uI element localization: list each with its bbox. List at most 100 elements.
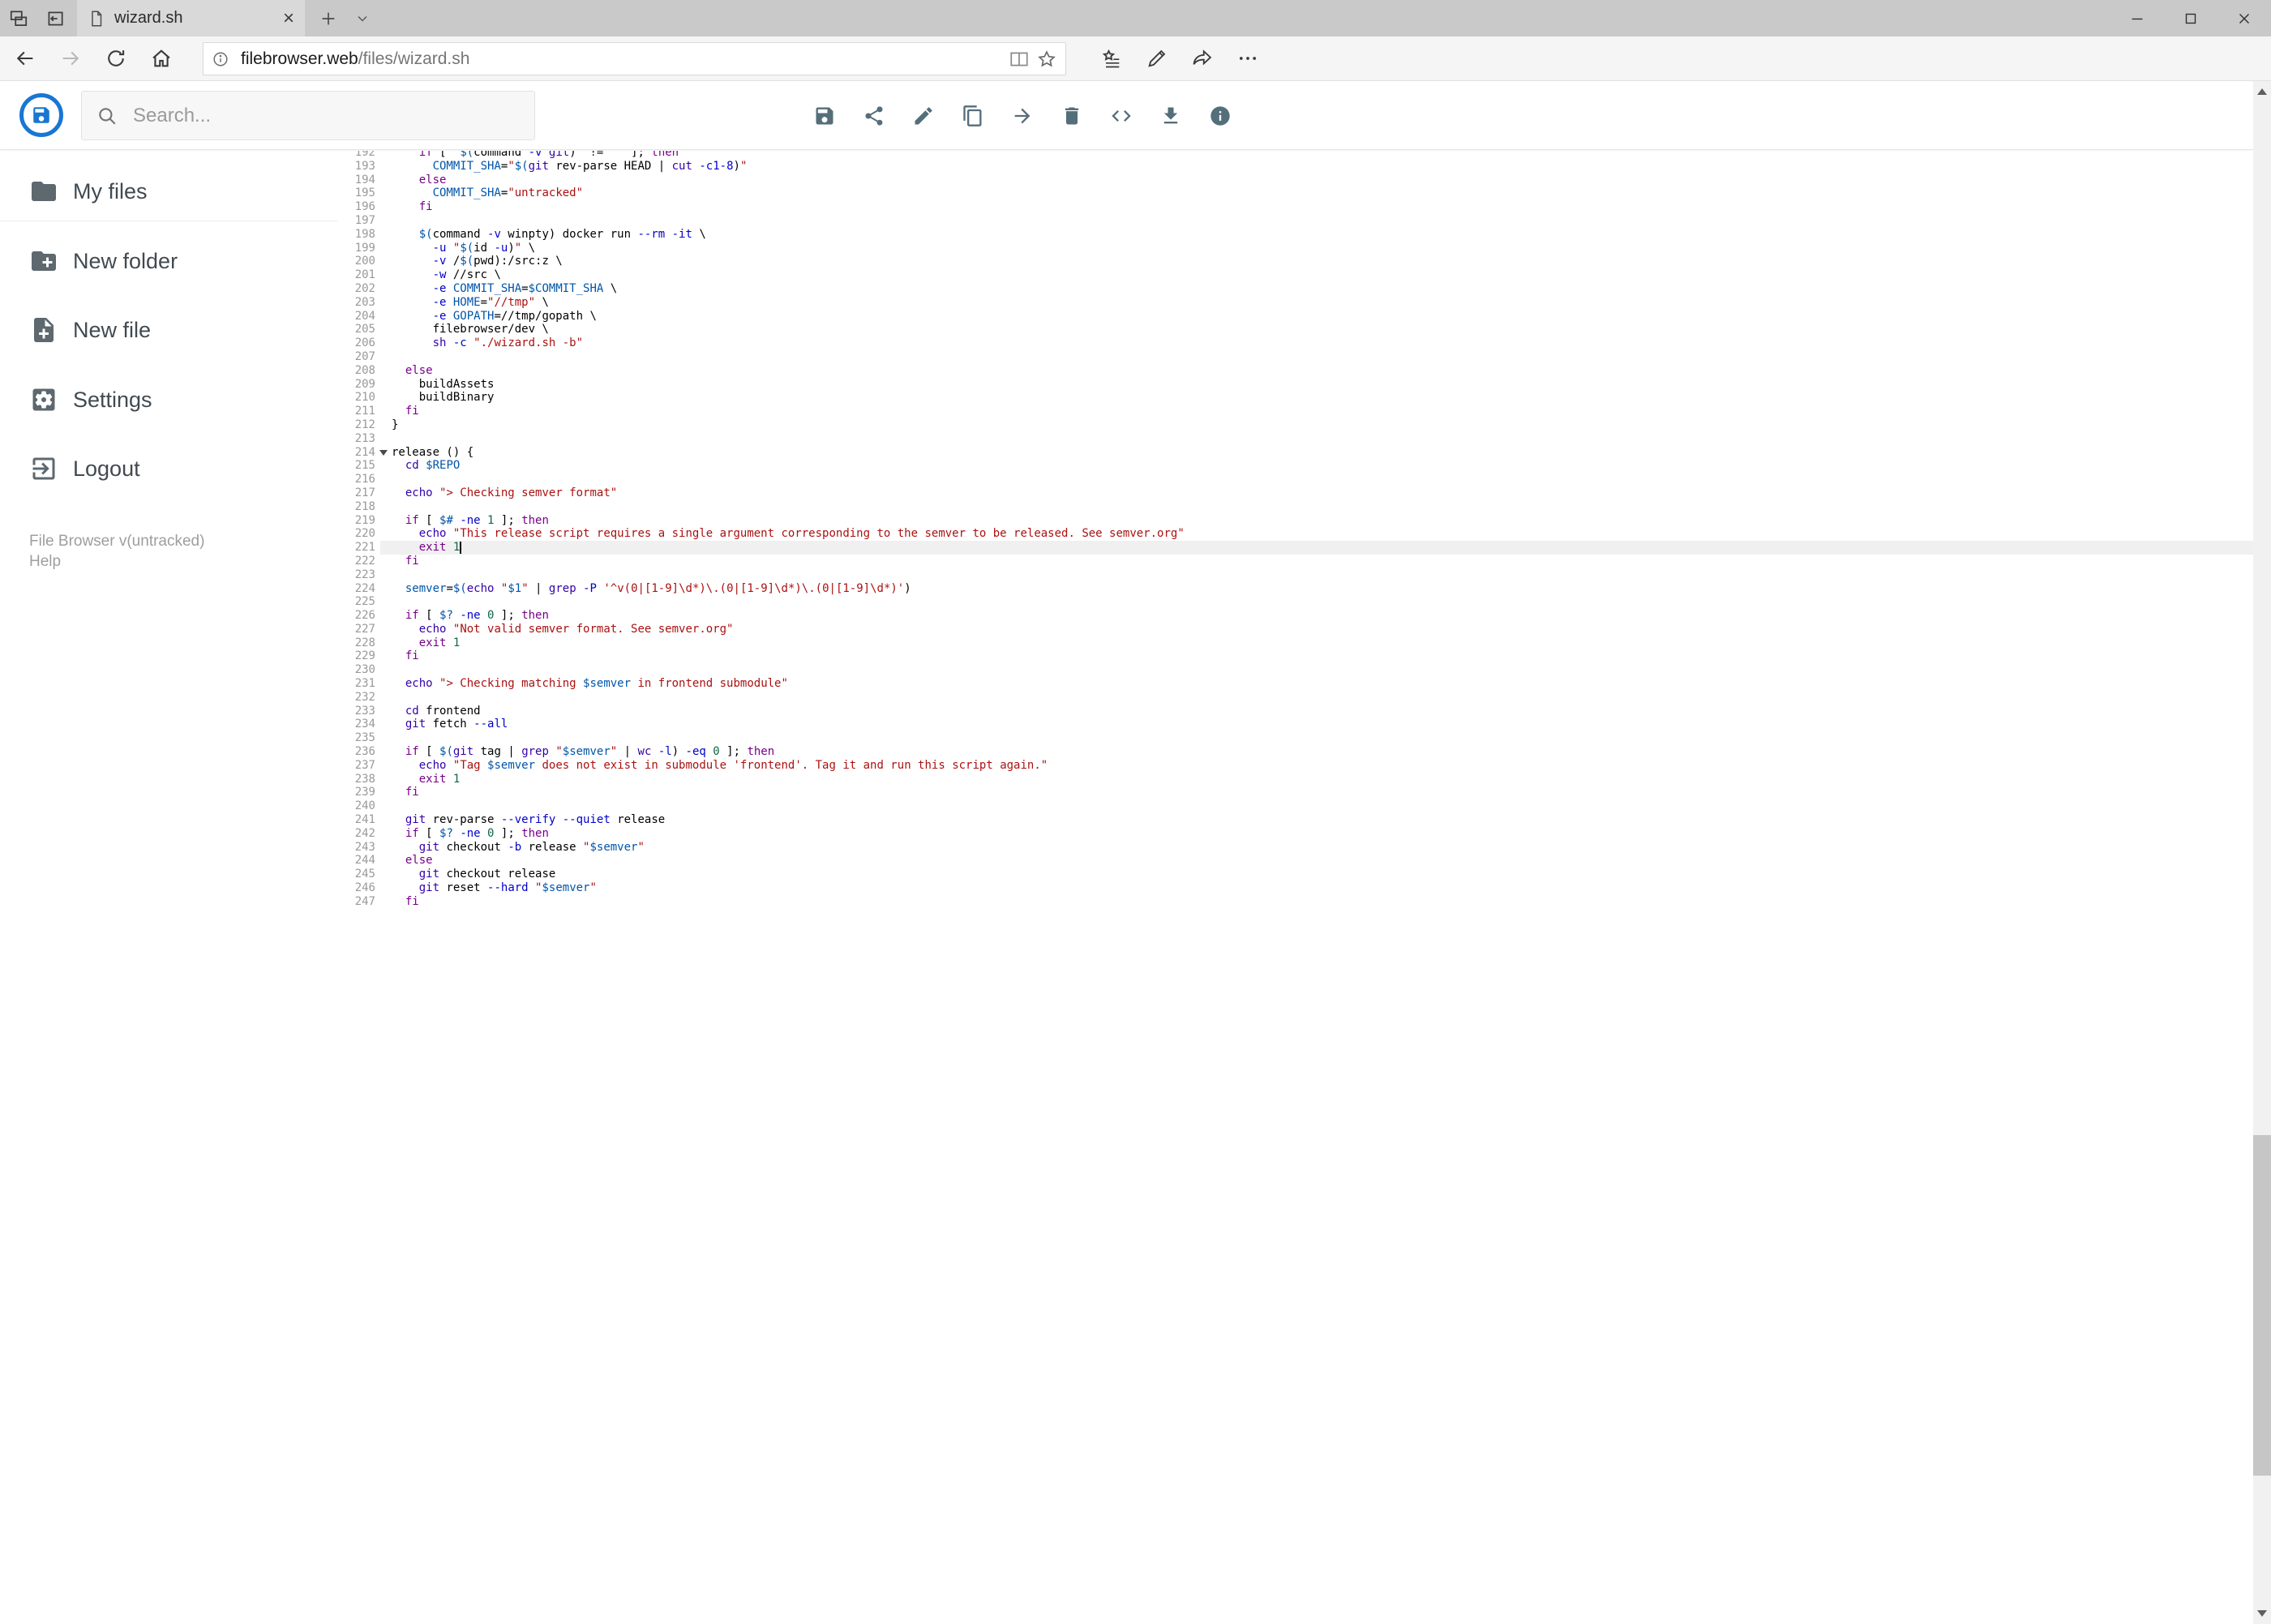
code-line[interactable]: 198 $(command -v winpty) docker run --rm… — [338, 228, 2253, 242]
home-button[interactable] — [143, 36, 180, 80]
code-line[interactable]: 218 — [338, 500, 2253, 514]
move-button[interactable] — [1005, 98, 1040, 134]
code-line[interactable]: 192 if [ "$(command -v git)" != "" ]; th… — [338, 151, 2253, 160]
info-button[interactable] — [1202, 98, 1238, 134]
code-line[interactable]: 235 — [338, 731, 2253, 745]
code-line[interactable]: 231 echo "> Checking matching $semver in… — [338, 677, 2253, 691]
search-input[interactable] — [131, 103, 520, 128]
code-line[interactable]: 240 — [338, 799, 2253, 813]
forward-button[interactable] — [52, 36, 89, 80]
hub-favorites-button[interactable] — [1093, 36, 1130, 80]
code-line[interactable]: 199 -u "$(id -u)" \ — [338, 242, 2253, 255]
code-line[interactable]: 215 cd $REPO — [338, 459, 2253, 473]
code-line[interactable]: 226 if [ $? -ne 0 ]; then — [338, 609, 2253, 623]
code-line[interactable]: 232 — [338, 691, 2253, 705]
code-line[interactable]: 247 fi — [338, 895, 2253, 909]
download-button[interactable] — [1153, 98, 1189, 134]
app-logo[interactable] — [19, 93, 63, 137]
code-line[interactable]: 208 else — [338, 364, 2253, 378]
new-tab-button[interactable] — [311, 0, 346, 36]
scrollbar-down-icon[interactable] — [2253, 1605, 2271, 1622]
code-line[interactable]: 205 filebrowser/dev \ — [338, 323, 2253, 336]
code-line[interactable]: 206 sh -c "./wizard.sh -b" — [338, 336, 2253, 350]
minimize-button[interactable] — [2110, 0, 2164, 36]
code-line[interactable]: 214 release () { — [338, 446, 2253, 460]
code-line[interactable]: 194 else — [338, 174, 2253, 187]
code-line[interactable]: 243 git checkout -b release "$semver" — [338, 841, 2253, 855]
scrollbar-up-icon[interactable] — [2253, 83, 2271, 101]
code-line[interactable]: 228 exit 1 — [338, 636, 2253, 650]
help-link[interactable]: Help — [29, 552, 204, 572]
sidebar-item-settings[interactable]: Settings — [0, 367, 338, 432]
code-line[interactable]: 233 cd frontend — [338, 705, 2253, 718]
favorite-star-icon[interactable] — [1036, 49, 1057, 70]
site-info-icon[interactable] — [212, 50, 229, 68]
set-tabs-aside-button[interactable] — [36, 0, 73, 36]
code-line[interactable]: 242 if [ $? -ne 0 ]; then — [338, 827, 2253, 841]
address-bar[interactable]: filebrowser.web/files/wizard.sh — [203, 42, 1066, 75]
code-line[interactable]: 238 exit 1 — [338, 773, 2253, 786]
code-line[interactable]: 222 fi — [338, 555, 2253, 568]
code-line[interactable]: 241 git rev-parse --verify --quiet relea… — [338, 813, 2253, 827]
code-line[interactable]: 196 fi — [338, 200, 2253, 214]
fold-arrow-icon[interactable] — [379, 449, 388, 456]
back-button[interactable] — [6, 36, 44, 80]
code-line[interactable]: 203 -e HOME="//tmp" \ — [338, 296, 2253, 310]
scrollbar-thumb[interactable] — [2253, 1135, 2271, 1476]
close-button[interactable] — [2217, 0, 2271, 36]
code-line[interactable]: 245 git checkout release — [338, 868, 2253, 881]
code-line[interactable]: 227 echo "Not valid semver format. See s… — [338, 623, 2253, 636]
tab-close-icon[interactable]: × — [283, 8, 294, 28]
code-line[interactable]: 209 buildAssets — [338, 378, 2253, 392]
code-line[interactable]: 236 if [ $(git tag | grep "$semver" | wc… — [338, 745, 2253, 759]
code-line[interactable]: 237 echo "Tag $semver does not exist in … — [338, 759, 2253, 773]
sidebar-item-new-file[interactable]: New file — [0, 298, 338, 362]
maximize-button[interactable] — [2164, 0, 2217, 36]
code-line[interactable]: 201 -w //src \ — [338, 268, 2253, 282]
code-line[interactable]: 207 — [338, 350, 2253, 364]
copy-button[interactable] — [955, 98, 991, 134]
code-line[interactable]: 212} — [338, 418, 2253, 432]
code-line[interactable]: 234 git fetch --all — [338, 718, 2253, 731]
code-line[interactable]: 202 -e COMMIT_SHA=$COMMIT_SHA \ — [338, 282, 2253, 296]
tab-preview-button[interactable] — [0, 0, 36, 36]
code-line[interactable]: 211 fi — [338, 405, 2253, 418]
delete-button[interactable] — [1054, 98, 1090, 134]
tab-list-button[interactable] — [346, 0, 379, 36]
code-line[interactable]: 213 — [338, 432, 2253, 446]
save-button[interactable] — [807, 98, 842, 134]
code-line[interactable]: 225 — [338, 595, 2253, 609]
code-line[interactable]: 223 — [338, 568, 2253, 582]
code-line[interactable]: 195 COMMIT_SHA="untracked" — [338, 186, 2253, 200]
code-line[interactable]: 219 if [ $# -ne 1 ]; then — [338, 514, 2253, 528]
code-line[interactable]: 221 exit 1 — [338, 541, 2253, 555]
web-notes-button[interactable] — [1138, 36, 1176, 80]
code-line[interactable]: 246 git reset --hard "$semver" — [338, 881, 2253, 895]
code-line[interactable]: 193 COMMIT_SHA="$(git rev-parse HEAD | c… — [338, 160, 2253, 174]
code-line[interactable]: 204 -e GOPATH=//tmp/gopath \ — [338, 310, 2253, 324]
browser-tab[interactable]: wizard.sh × — [77, 0, 305, 36]
code-line[interactable]: 216 — [338, 473, 2253, 486]
share-file-button[interactable] — [856, 98, 892, 134]
code-line[interactable]: 217 echo "> Checking semver format" — [338, 486, 2253, 500]
code-line[interactable]: 210 buildBinary — [338, 391, 2253, 405]
code-line[interactable]: 239 fi — [338, 786, 2253, 799]
edit-button[interactable] — [906, 98, 941, 134]
sidebar-item-logout[interactable]: Logout — [0, 436, 338, 501]
code-line[interactable]: 229 fi — [338, 649, 2253, 663]
code-editor[interactable]: 192 if [ "$(command -v git)" != "" ]; th… — [338, 151, 2253, 1624]
code-line[interactable]: 220 echo "This release script requires a… — [338, 527, 2253, 541]
sidebar-item-my-files[interactable]: My files — [0, 159, 338, 224]
refresh-button[interactable] — [97, 36, 135, 80]
sidebar-item-new-folder[interactable]: New folder — [0, 229, 338, 294]
share-button[interactable] — [1184, 36, 1221, 80]
more-options-button[interactable] — [1229, 36, 1266, 80]
code-line[interactable]: 224 semver=$(echo "$1" | grep -P '^v(0|[… — [338, 582, 2253, 596]
code-line[interactable]: 200 -v /$(pwd):/src:z \ — [338, 255, 2253, 268]
raw-code-button[interactable] — [1103, 98, 1139, 134]
code-line[interactable]: 230 — [338, 663, 2253, 677]
reading-view-icon[interactable] — [1009, 49, 1030, 70]
code-line[interactable]: 244 else — [338, 854, 2253, 868]
scrollbar[interactable] — [2253, 81, 2271, 1624]
code-line[interactable]: 197 — [338, 214, 2253, 228]
